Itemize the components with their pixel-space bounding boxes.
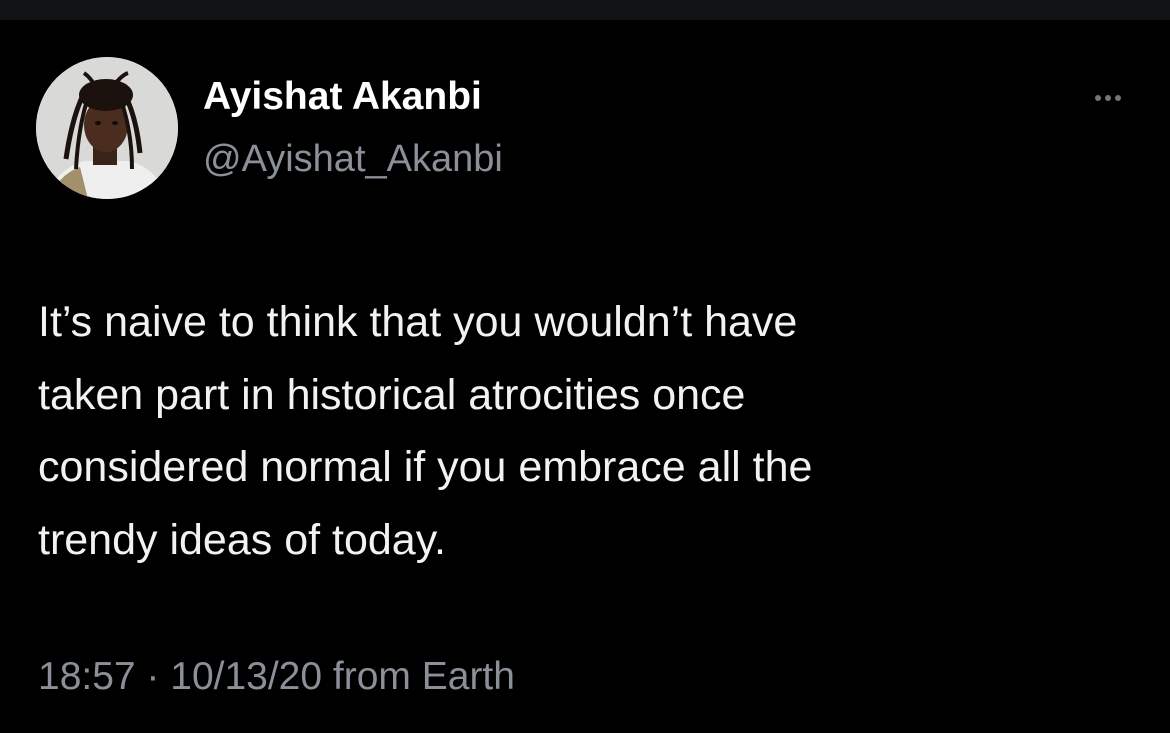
profile-photo-icon xyxy=(36,57,178,199)
tweet-card: Ayishat Akanbi @Ayishat_Akanbi It’s naiv… xyxy=(0,20,1170,733)
more-options-button[interactable] xyxy=(1083,90,1133,106)
tweet-text: It’s naive to think that you wouldn’t ha… xyxy=(38,298,813,564)
author-handle[interactable]: @Ayishat_Akanbi xyxy=(203,140,503,178)
more-horizontal-icon xyxy=(1115,95,1121,101)
more-horizontal-icon xyxy=(1095,95,1101,101)
author-display-name[interactable]: Ayishat Akanbi xyxy=(203,77,482,116)
more-horizontal-icon xyxy=(1105,95,1111,101)
tweet-timestamp[interactable]: 18:57 · 10/13/20 from Earth xyxy=(38,657,515,696)
status-bar-strip xyxy=(0,0,1170,20)
avatar[interactable] xyxy=(36,57,178,199)
